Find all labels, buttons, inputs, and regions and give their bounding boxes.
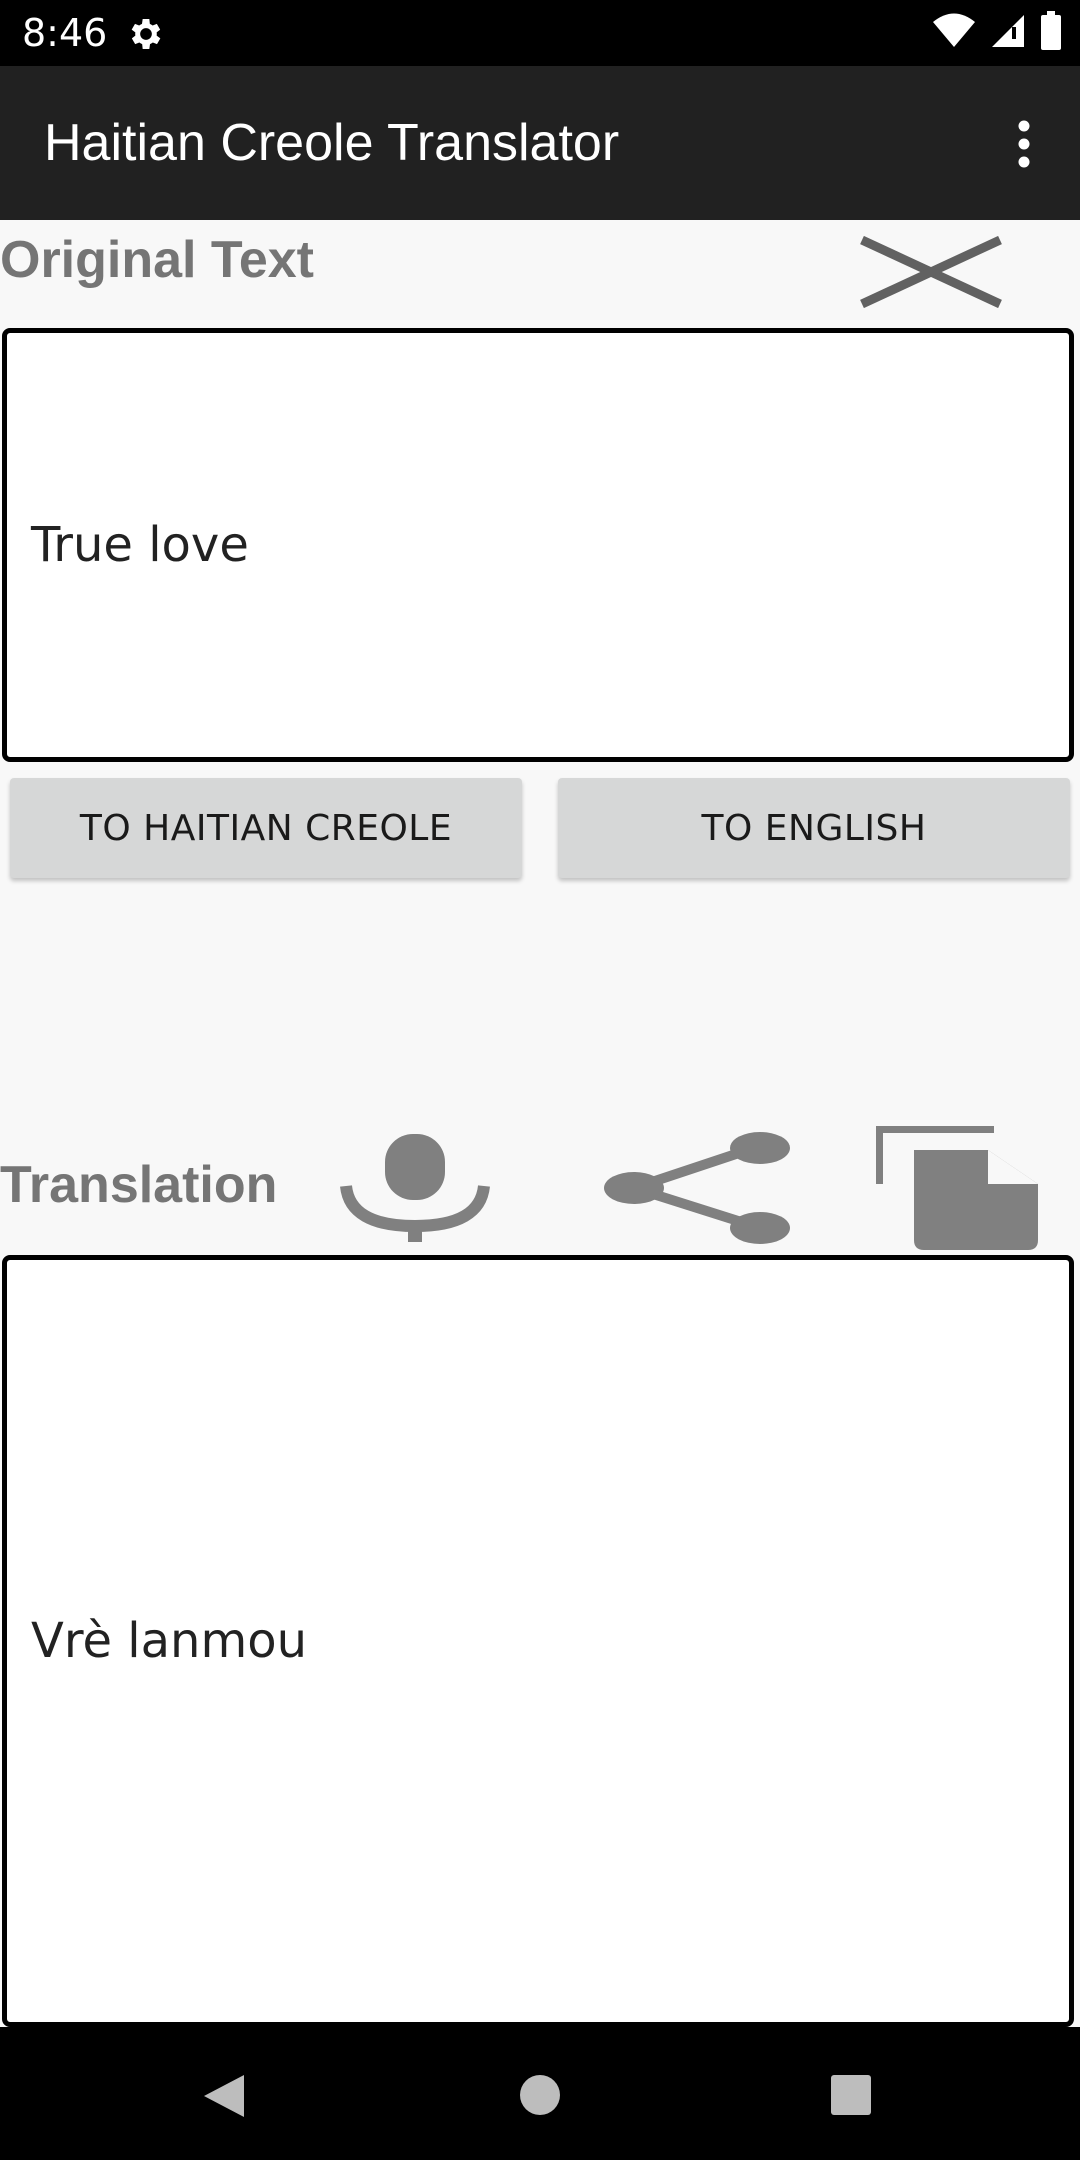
home-icon[interactable] — [518, 2073, 562, 2117]
copy-icon — [873, 1123, 1038, 1250]
recents-icon[interactable] — [829, 2074, 873, 2116]
speak-button[interactable] — [340, 1130, 490, 1242]
to-haitian-creole-button[interactable]: TO HAITIAN CREOLE — [10, 778, 522, 878]
to-english-button[interactable]: TO ENGLISH — [558, 778, 1070, 878]
gear-icon — [126, 14, 166, 54]
translation-output: Vrè lanmou — [2, 1255, 1074, 2027]
back-icon[interactable] — [202, 2073, 246, 2119]
status-bar: 8:46 — [0, 0, 1080, 66]
more-vertical-icon — [1018, 120, 1030, 168]
wifi-icon — [932, 13, 976, 54]
status-time: 8:46 — [22, 11, 108, 55]
clear-button[interactable] — [858, 235, 1004, 309]
navigation-bar — [0, 2027, 1080, 2160]
close-icon — [860, 235, 1002, 309]
original-text-input[interactable]: True love — [2, 328, 1074, 762]
share-icon — [604, 1132, 790, 1244]
original-text-value: True love — [31, 517, 249, 573]
original-text-label: Original Text — [0, 231, 314, 289]
microphone-icon — [340, 1134, 490, 1242]
copy-button[interactable] — [873, 1123, 1044, 1252]
battery-icon — [1040, 10, 1062, 56]
overflow-menu-button[interactable] — [994, 114, 1054, 174]
app-title: Haitian Creole Translator — [44, 114, 620, 172]
translation-text-value: Vrè lanmou — [31, 1613, 308, 1669]
app-bar: Haitian Creole Translator — [0, 66, 1080, 220]
cell-signal-icon — [990, 13, 1026, 54]
translation-label: Translation — [0, 1156, 278, 1214]
share-button[interactable] — [604, 1130, 796, 1246]
